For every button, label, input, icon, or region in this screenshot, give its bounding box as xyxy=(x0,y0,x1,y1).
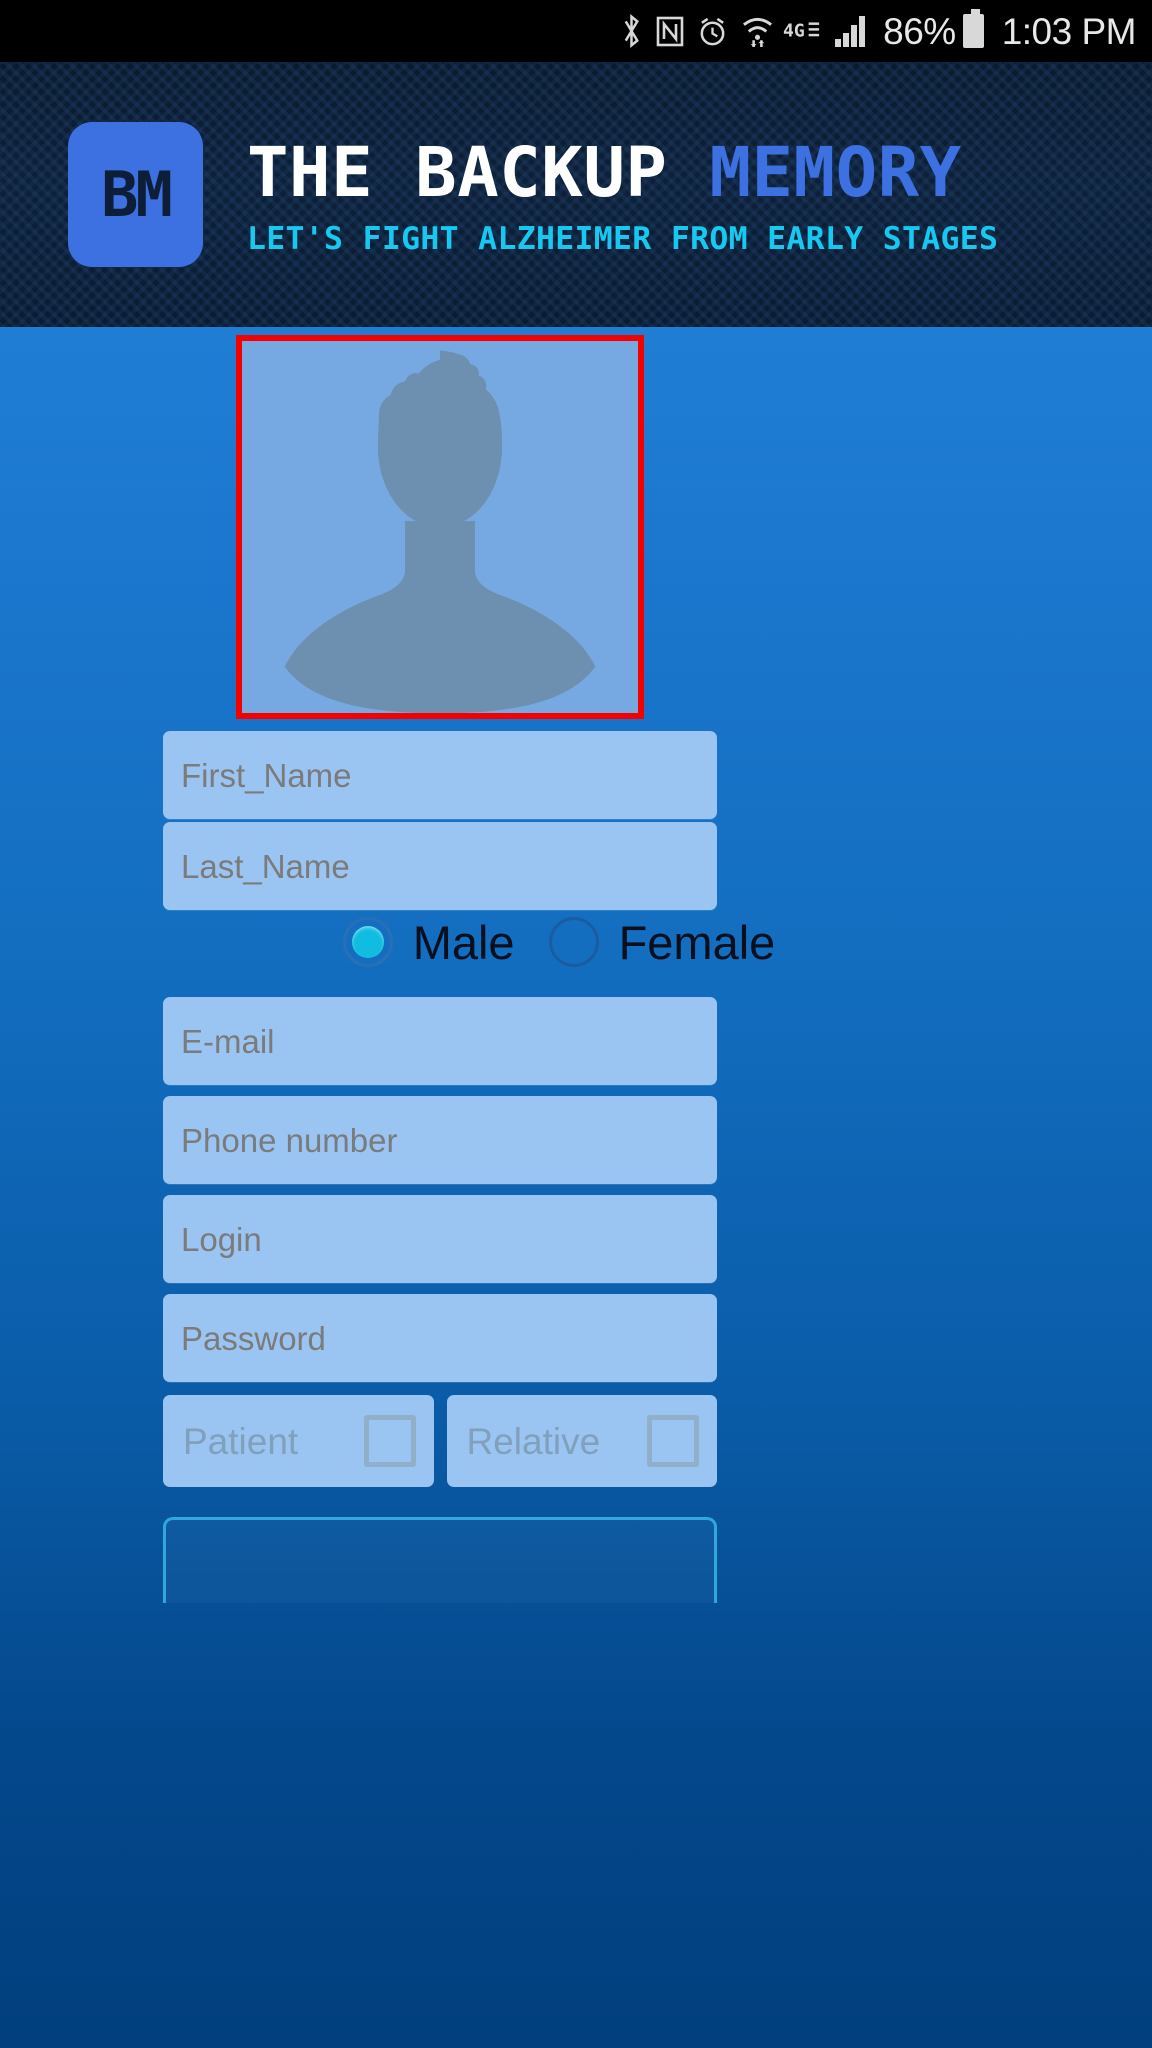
role-option-patient[interactable]: Patient xyxy=(163,1395,434,1487)
signal-icon xyxy=(834,15,870,48)
role-option-relative[interactable]: Relative xyxy=(446,1395,717,1487)
nfc-icon xyxy=(656,16,684,47)
wifi-icon xyxy=(741,14,774,49)
radio-male-icon[interactable] xyxy=(342,917,393,967)
first-name-input[interactable]: First_Name xyxy=(163,731,717,819)
checkbox-relative-icon[interactable] xyxy=(647,1415,699,1467)
role-checkbox-group: Patient Relative xyxy=(163,1395,717,1487)
first-name-placeholder: First_Name xyxy=(181,756,352,794)
gender-label-male: Male xyxy=(412,915,515,969)
app-header-banner: BM THE BACKUP MEMORY LET'S FIGHT ALZHEIM… xyxy=(0,62,1152,327)
bluetooth-icon xyxy=(620,13,643,49)
gender-option-female[interactable]: Female xyxy=(548,915,810,969)
login-input[interactable]: Login xyxy=(163,1195,717,1283)
radio-female-icon[interactable] xyxy=(548,917,599,967)
phone-placeholder: Phone number xyxy=(181,1121,398,1159)
password-placeholder: Password xyxy=(181,1319,326,1357)
brand-title: THE BACKUP MEMORY xyxy=(247,138,998,208)
brand-title-main: THE BACKUP xyxy=(247,133,668,214)
person-silhouette-icon xyxy=(242,341,638,713)
status-bar: 4G 86% 1:03 PM xyxy=(0,0,1152,62)
gender-radio-group: Male Female xyxy=(0,907,1152,977)
clock-label: 1:03 PM xyxy=(1001,10,1137,52)
phone-input[interactable]: Phone number xyxy=(163,1096,717,1184)
app-logo: BM xyxy=(68,122,203,267)
partially-visible-bottom-control[interactable] xyxy=(163,1517,717,1603)
brand-tagline: LET'S FIGHT ALZHEIMER FROM EARLY STAGES xyxy=(247,220,999,257)
lte-4g-icon: 4G xyxy=(783,18,821,44)
role-label-relative: Relative xyxy=(466,1420,601,1462)
brand-title-block: THE BACKUP MEMORY LET'S FIGHT ALZHEIMER … xyxy=(247,132,999,257)
battery-indicator: 86% xyxy=(883,9,984,52)
last-name-input[interactable]: Last_Name xyxy=(163,822,717,910)
checkbox-patient-icon[interactable] xyxy=(363,1415,416,1467)
svg-text:4G: 4G xyxy=(783,21,805,42)
login-placeholder: Login xyxy=(181,1220,262,1258)
role-label-patient: Patient xyxy=(183,1420,299,1462)
last-name-placeholder: Last_Name xyxy=(181,847,350,885)
email-placeholder: E-mail xyxy=(181,1022,275,1060)
registration-form: First_Name Last_Name Male Female E-mail … xyxy=(0,327,1152,2048)
password-input[interactable]: Password xyxy=(163,1294,717,1382)
profile-photo-placeholder[interactable] xyxy=(236,335,644,719)
app-screen: 4G 86% 1:03 PM BM THE BACKUP MEMORY LET'… xyxy=(0,0,1152,2048)
brand-title-accent: MEMORY xyxy=(709,133,962,214)
alarm-icon xyxy=(697,16,728,47)
battery-percent-label: 86% xyxy=(883,10,956,52)
battery-icon xyxy=(962,9,984,48)
gender-option-male[interactable]: Male xyxy=(342,915,549,969)
email-input[interactable]: E-mail xyxy=(163,997,717,1085)
gender-label-female: Female xyxy=(618,915,776,969)
app-logo-text: BM xyxy=(101,157,173,231)
